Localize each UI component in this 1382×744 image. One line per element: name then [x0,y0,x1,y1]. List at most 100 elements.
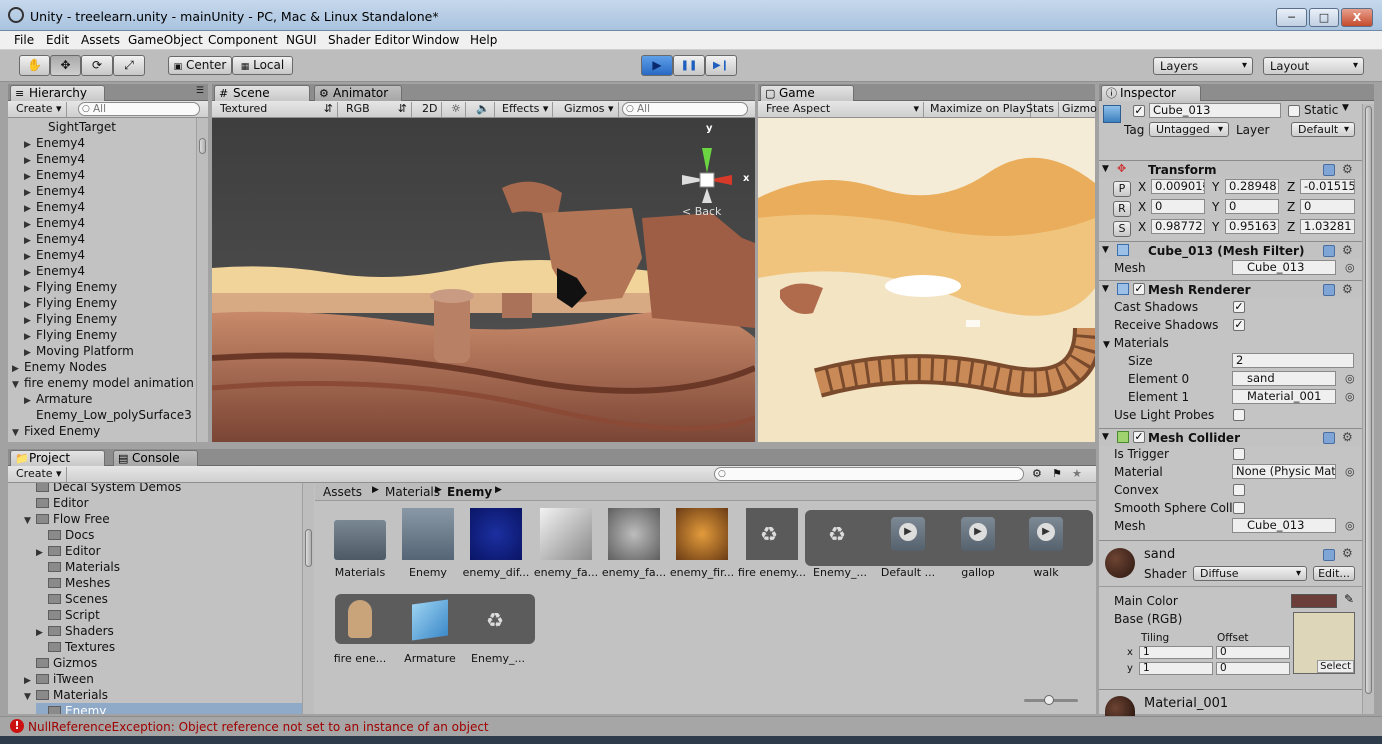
hierarchy-item[interactable]: ▶ Enemy4 [24,231,85,247]
mesh-collider-enabled-checkbox[interactable]: ✓ [1133,431,1145,443]
convex-checkbox[interactable] [1233,484,1245,496]
tiling-y-field[interactable]: 1 [1139,662,1213,675]
mesh-renderer-header[interactable]: ▼ ✓ Mesh Renderer ⚙ [1099,280,1374,298]
tab-game[interactable]: ▢ Game [760,85,854,101]
menu-window[interactable]: Window [412,33,459,47]
project-folder-item[interactable]: Materials [36,559,302,575]
element1-field[interactable]: Material_001 [1232,389,1336,404]
asset-item[interactable]: ▶ gallop [943,508,1013,579]
hierarchy-create-dropdown[interactable]: Create ▾ [12,102,67,117]
mesh-renderer-enabled-checkbox[interactable]: ✓ [1133,283,1145,295]
hierarchy-scrollbar[interactable] [196,118,208,442]
scrollbar-thumb[interactable] [305,529,312,567]
game-viewport[interactable] [758,118,1095,442]
texture-select-button[interactable]: Select [1317,660,1354,673]
receive-shadows-checkbox[interactable]: ✓ [1233,319,1245,331]
rotation-reset-button[interactable]: R [1113,201,1131,217]
position-z-field[interactable]: -0.01515 [1300,179,1355,194]
mode-2d-toggle[interactable]: 2D [418,102,443,117]
play-button[interactable]: ▶ [641,55,673,76]
tab-scene[interactable]: # Scene [214,85,310,101]
object-picker-icon[interactable]: ◎ [1345,390,1355,403]
gear-icon[interactable]: ⚙ [1342,243,1353,257]
error-message[interactable]: NullReferenceException: Object reference… [28,720,489,734]
asset-item[interactable]: ♻ Enemy_... [805,508,875,579]
breadcrumb-materials[interactable]: Materials [385,485,440,499]
foldout-arrow-icon[interactable]: ▼ [1102,164,1109,174]
scale-y-field[interactable]: 0.95163 [1225,219,1279,234]
gizmos-dropdown[interactable]: Gizmos ▾ [560,102,619,117]
mesh-filter-mesh-field[interactable]: Cube_013 [1232,260,1336,275]
hierarchy-item[interactable]: ▶ Enemy4 [24,199,85,215]
asset-item[interactable]: ▶ Default ... [873,508,943,579]
mesh-collider-header[interactable]: ▼ ✓ Mesh Collider ⚙ [1099,428,1374,446]
tab-project[interactable]: 📁 Project [10,450,105,466]
status-bar[interactable]: ! NullReferenceException: Object referen… [0,716,1382,736]
minimize-button[interactable]: ─ [1276,8,1307,27]
project-folder-item[interactable]: ▶ Shaders [36,623,302,639]
static-dropdown-icon[interactable]: ▼ [1342,103,1349,113]
materials-size-field[interactable]: 2 [1232,353,1354,368]
object-picker-icon[interactable]: ◎ [1345,372,1355,385]
asset-item[interactable]: enemy_fa... [531,508,601,579]
maximize-on-play-toggle[interactable]: Maximize on Play [926,102,1031,117]
lighting-toggle[interactable]: ☼ [447,102,466,117]
hierarchy-item[interactable]: ▶ Flying Enemy [24,311,117,327]
help-icon[interactable] [1323,549,1335,561]
menu-file[interactable]: File [14,33,34,47]
gear-icon[interactable]: ⚙ [1342,546,1353,560]
help-icon[interactable] [1323,284,1335,296]
position-reset-button[interactable]: P [1113,181,1131,197]
scrollbar-thumb[interactable] [199,138,206,154]
element0-field[interactable]: sand [1232,371,1336,386]
project-folder-item[interactable]: Meshes [36,575,302,591]
gear-icon[interactable]: ⚙ [1342,430,1353,444]
menu-help[interactable]: Help [470,33,497,47]
scale-reset-button[interactable]: S [1113,221,1131,237]
aspect-dropdown[interactable]: Free Aspect ▾ [762,102,924,117]
slider-knob[interactable] [1044,695,1054,705]
hierarchy-search-input[interactable]: All [78,102,200,116]
hierarchy-item[interactable]: ▶ Flying Enemy [24,295,117,311]
collider-mesh-field[interactable]: Cube_013 [1232,518,1336,533]
smooth-sphere-checkbox[interactable] [1233,502,1245,514]
hierarchy-item[interactable]: ▼ Fixed Enemy [12,423,100,439]
project-search-input[interactable] [714,467,1024,481]
rotate-tool-button[interactable]: ⟳ [81,55,113,76]
panel-menu-icon[interactable]: ☰ [196,86,204,96]
collider-material-field[interactable]: None (Physic Mate [1232,464,1336,479]
hierarchy-item[interactable]: ▶ Enemy Nodes [12,359,107,375]
pause-button[interactable]: ❚❚ [673,55,705,76]
offset-y-field[interactable]: 0 [1216,662,1290,675]
gear-icon[interactable]: ⚙ [1342,282,1353,296]
menu-ngui[interactable]: NGUI [286,33,317,47]
expanded-arrow-icon[interactable]: ▼ [12,377,24,393]
asset-item[interactable]: Materials [325,508,395,579]
help-icon[interactable] [1323,432,1335,444]
menu-shader-editor[interactable]: Shader Editor [328,33,410,47]
project-folder-item[interactable]: Gizmos [24,655,302,671]
tab-inspector[interactable]: ⓘ Inspector [1101,85,1201,101]
menu-gameobject[interactable]: GameObject [128,33,203,47]
asset-item[interactable]: ▶ walk [1011,508,1081,579]
hierarchy-item[interactable]: ▶ Enemy4 [24,167,85,183]
rotation-x-field[interactable]: 0 [1151,199,1205,214]
project-folder-item[interactable]: Enemy [36,703,302,714]
offset-x-field[interactable]: 0 [1216,646,1290,659]
expanded-arrow-icon[interactable]: ▼ [12,425,24,441]
foldout-arrow-icon[interactable]: ▼ [1102,245,1109,255]
move-tool-button[interactable]: ✥ [50,55,81,76]
materials-foldout[interactable]: ▼ Materials [1103,336,1169,350]
light-probes-checkbox[interactable] [1233,409,1245,421]
asset-item[interactable]: Enemy [393,508,463,579]
hierarchy-item[interactable]: Enemy_Low_polySurface3 [24,407,192,423]
filter-by-label-icon[interactable]: ⚑ [1052,467,1062,480]
layout-dropdown[interactable]: Layout [1263,57,1364,75]
project-folder-item[interactable]: ▶ Editor [36,543,302,559]
project-folder-item[interactable]: ▶ iTween [24,671,302,687]
expanded-arrow-icon[interactable]: ▼ [24,513,36,529]
asset-item[interactable]: enemy_fir... [667,508,737,579]
breadcrumb-assets[interactable]: Assets [323,485,362,499]
tiling-x-field[interactable]: 1 [1139,646,1213,659]
object-picker-icon[interactable]: ◎ [1345,465,1355,478]
